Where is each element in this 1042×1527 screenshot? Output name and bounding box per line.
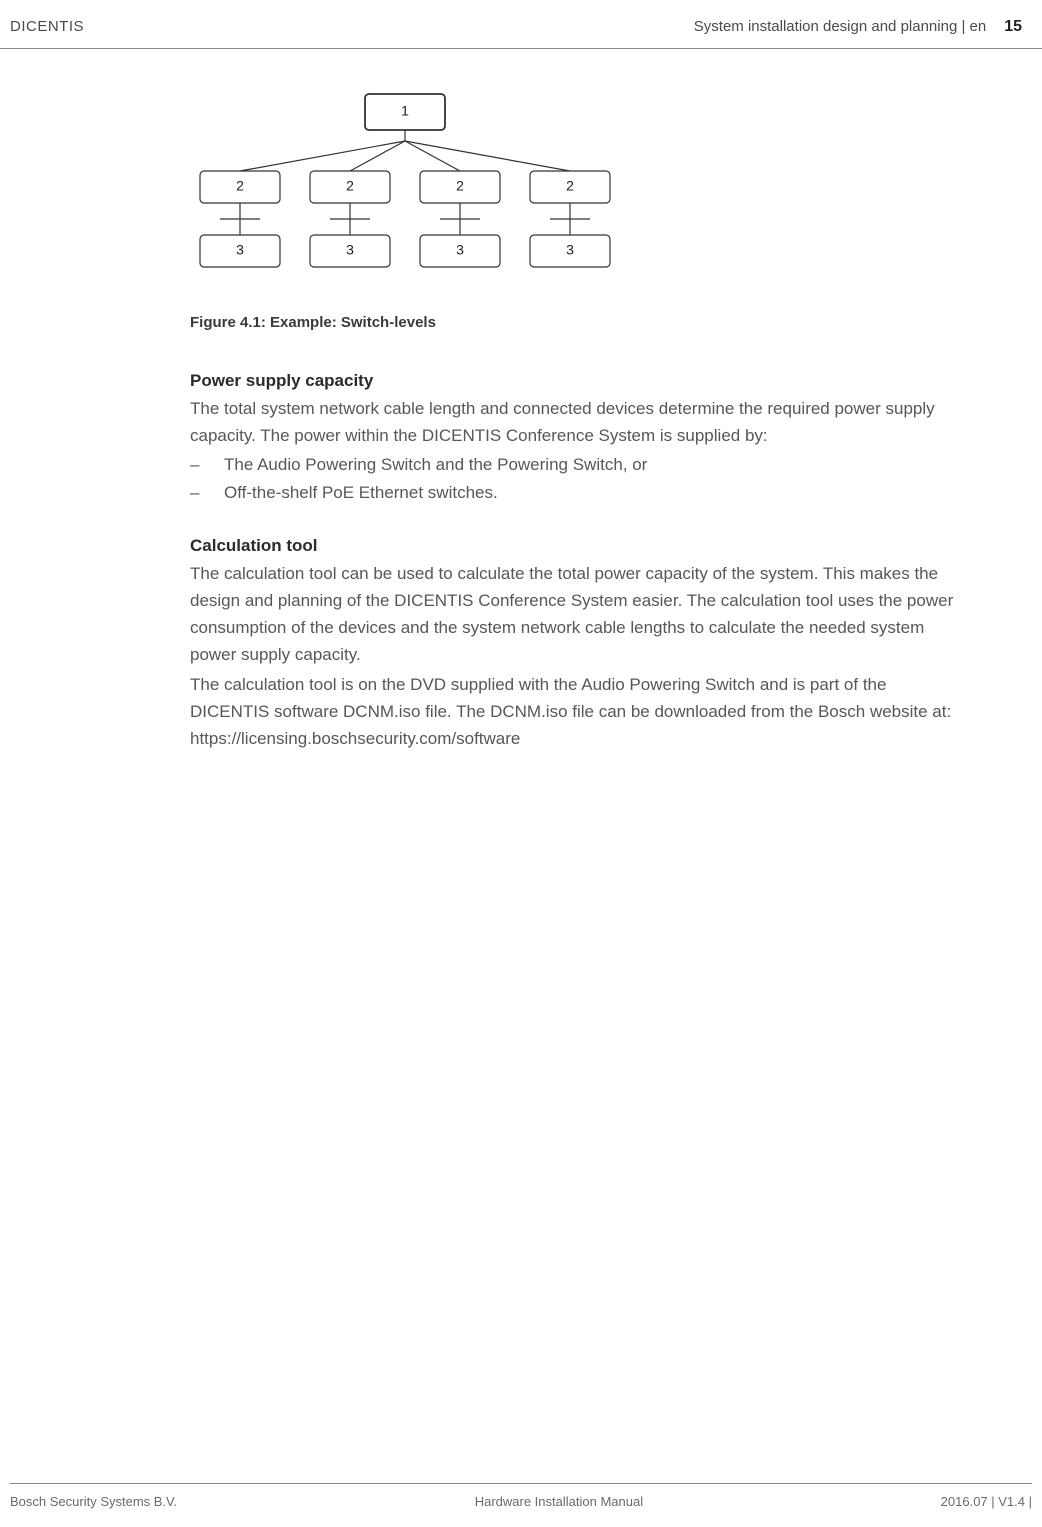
list-item: –Off-the-shelf PoE Ethernet switches.	[190, 479, 1002, 506]
footer-doc-title: Hardware Installation Manual	[475, 1494, 643, 1509]
diagram-node-2a: 2	[236, 178, 244, 194]
page-header: DICENTIS System installation design and …	[0, 0, 1042, 49]
diagram-node-2d: 2	[566, 178, 574, 194]
footer-version: 2016.07 | V1.4 |	[941, 1494, 1032, 1509]
heading-power-supply: Power supply capacity	[190, 371, 1002, 391]
diagram-node-3a: 3	[236, 242, 244, 258]
page-content: 1 2 2 2 2 3	[0, 49, 1042, 752]
diagram-node-3c: 3	[456, 242, 464, 258]
power-supply-list: –The Audio Powering Switch and the Power…	[190, 451, 1002, 505]
para-calc-1: The calculation tool can be used to calc…	[190, 560, 962, 669]
page-footer: Bosch Security Systems B.V. Hardware Ins…	[10, 1483, 1032, 1509]
bullet-text: The Audio Powering Switch and the Poweri…	[224, 451, 647, 478]
diagram-node-2b: 2	[346, 178, 354, 194]
diagram-svg: 1 2 2 2 2 3	[190, 89, 640, 299]
diagram-node-2c: 2	[456, 178, 464, 194]
diagram-node-1: 1	[401, 103, 409, 119]
header-product: DICENTIS	[10, 18, 84, 35]
para-calc-2: The calculation tool is on the DVD suppl…	[190, 671, 962, 753]
figure-switch-levels: 1 2 2 2 2 3	[190, 89, 1002, 304]
heading-calculation-tool: Calculation tool	[190, 536, 1002, 556]
header-right-group: System installation design and planning …	[694, 18, 1022, 36]
header-section-title: System installation design and planning …	[694, 18, 986, 35]
para-power-supply: The total system network cable length an…	[190, 395, 962, 449]
header-page-number: 15	[1004, 18, 1022, 36]
list-item: –The Audio Powering Switch and the Power…	[190, 451, 1002, 478]
figure-caption: Figure 4.1: Example: Switch-levels	[190, 314, 1002, 331]
footer-company: Bosch Security Systems B.V.	[10, 1494, 177, 1509]
diagram-node-3b: 3	[346, 242, 354, 258]
diagram-node-3d: 3	[566, 242, 574, 258]
bullet-text: Off-the-shelf PoE Ethernet switches.	[224, 479, 498, 506]
